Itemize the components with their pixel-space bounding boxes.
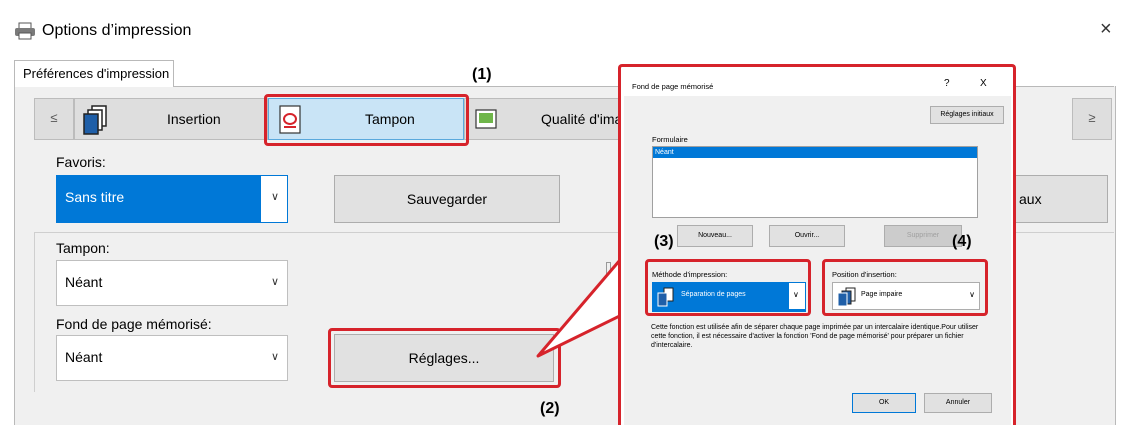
favoris-value: Sans titre [65, 189, 125, 205]
nav-prev-label: ≤ [50, 110, 58, 125]
insertion-label: Insertion [167, 111, 221, 127]
close-icon[interactable]: × [1100, 18, 1112, 41]
quality-label: Qualité d'ima [541, 111, 623, 127]
ok-button[interactable]: OK [852, 393, 916, 413]
favoris-dropdown[interactable]: Sans titre ∨ [56, 175, 288, 223]
insertion-button[interactable]: Insertion [74, 98, 268, 140]
callout-1: (1) [472, 66, 492, 83]
window-title: Options d’impression [42, 22, 192, 39]
tampon-field-label: Tampon: [56, 240, 110, 256]
callout-2: (2) [540, 400, 560, 417]
help-icon[interactable]: ? [944, 78, 950, 89]
cancel-button[interactable]: Annuler [924, 393, 992, 413]
nav-prev-button[interactable]: ≤ [34, 98, 74, 140]
chevron-down-icon: ∨ [270, 351, 279, 363]
fond-value: Néant [65, 349, 103, 365]
quality-button[interactable]: Qualité d'ima [464, 98, 624, 140]
fond-field-label: Fond de page mémorisé: [56, 316, 212, 332]
favoris-label: Favoris: [56, 154, 106, 170]
default-button[interactable]: aux [1000, 175, 1108, 223]
initial-settings-button[interactable]: Réglages initiaux [930, 106, 1004, 124]
tampon-dropdown[interactable]: Néant ∨ [56, 260, 288, 306]
tampon-value: Néant [65, 274, 103, 290]
delete-button[interactable]: Supprimer [884, 225, 962, 247]
callout-3: (3) [654, 233, 674, 250]
insertion-icon [83, 105, 107, 135]
highlight-tampon [264, 94, 469, 146]
description-text: Cette fonction est utilisée afin de sépa… [651, 324, 979, 349]
chevron-down-icon: ∨ [270, 191, 279, 203]
chevron-down-icon: ∨ [270, 276, 279, 288]
form-list-label: Formulaire [652, 135, 688, 144]
list-item[interactable]: Néant [653, 147, 977, 158]
open-button[interactable]: Ouvrir... [769, 225, 845, 247]
nav-next-button[interactable]: ≥ [1072, 98, 1112, 140]
save-button[interactable]: Sauvegarder [334, 175, 560, 223]
divider [34, 232, 35, 392]
highlight-position [822, 259, 988, 316]
printer-icon [15, 22, 35, 40]
dialog-close-icon[interactable]: X [980, 78, 987, 89]
dialog-title: Fond de page mémorisé [632, 82, 714, 91]
quality-icon [475, 109, 497, 129]
fond-dropdown[interactable]: Néant ∨ [56, 335, 288, 381]
callout-4: (4) [952, 233, 972, 250]
tab-preferences[interactable]: Préférences d'impression [14, 60, 174, 87]
highlight-method [645, 259, 811, 316]
nav-next-label: ≥ [1088, 110, 1096, 125]
new-button[interactable]: Nouveau... [677, 225, 753, 247]
